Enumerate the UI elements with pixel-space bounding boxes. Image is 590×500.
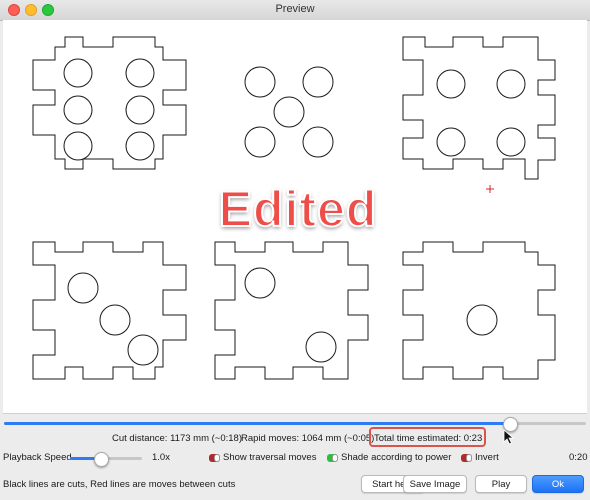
playback-speed-slider[interactable] [70,452,142,467]
cut-hole [244,66,276,98]
toggle-switch-icon[interactable] [327,453,338,462]
cut-hole [302,66,334,98]
window-title: Preview [275,3,315,15]
edited-stamp: Edited [218,180,378,238]
cut-distance-label: Cut distance: 1173 mm (~0:18) [112,433,242,444]
playback-speed-value: 1.0x [152,452,170,463]
window-titlebar: Preview [0,0,590,21]
invert-toggle[interactable]: Invert [461,452,499,463]
cut-hole [436,127,466,157]
cut-hole [496,69,526,99]
shade-power-toggle[interactable]: Shade according to power [327,452,451,463]
cut-hole [244,267,276,299]
cut-hole [466,304,498,336]
cut-hole [63,95,93,125]
cut-hole [125,58,155,88]
cut-hole [99,304,131,336]
show-traversal-toggle[interactable]: Show traversal moves [209,452,316,463]
cut-hole [125,95,155,125]
cut-piece [32,241,187,380]
toggle-switch-icon[interactable] [461,453,472,462]
cut-hole [496,127,526,157]
cut-hole [63,58,93,88]
cut-piece [402,241,556,380]
cut-hole [63,131,93,161]
cut-hole [436,69,466,99]
ok-button[interactable]: Ok [532,475,584,493]
total-time-label: Total time estimated: 0:23 [374,433,483,444]
legend-hint: Black lines are cuts, Red lines are move… [3,479,236,490]
playback-speed-label: Playback Speed [3,452,72,463]
cut-hole [244,126,276,158]
playback-speed-knob[interactable] [94,452,109,467]
rapid-moves-label: Rapid moves: 1064 mm (~0:05) [241,433,375,444]
play-button[interactable]: Play [475,475,527,493]
progress-slider-fill [4,422,510,425]
invert-label: Invert [475,452,499,463]
mouse-pointer-icon [503,429,515,445]
cut-hole [67,272,99,304]
cut-hole [125,131,155,161]
cut-hole [302,126,334,158]
save-image-button[interactable]: Save Image [403,475,467,493]
cut-piece [402,36,556,180]
cut-piece [32,36,187,170]
toggle-switch-icon[interactable] [209,453,220,462]
cut-piece [214,241,369,380]
shade-power-label: Shade according to power [341,452,452,463]
cut-hole [127,334,159,366]
cut-hole [305,331,337,363]
progress-slider[interactable] [4,417,586,432]
show-traversal-label: Show traversal moves [223,452,317,463]
preview-canvas[interactable]: Edited [3,20,587,414]
cut-hole [273,96,305,128]
elapsed-time: 0:20 [569,452,588,463]
rapid-move-marker [486,185,494,193]
